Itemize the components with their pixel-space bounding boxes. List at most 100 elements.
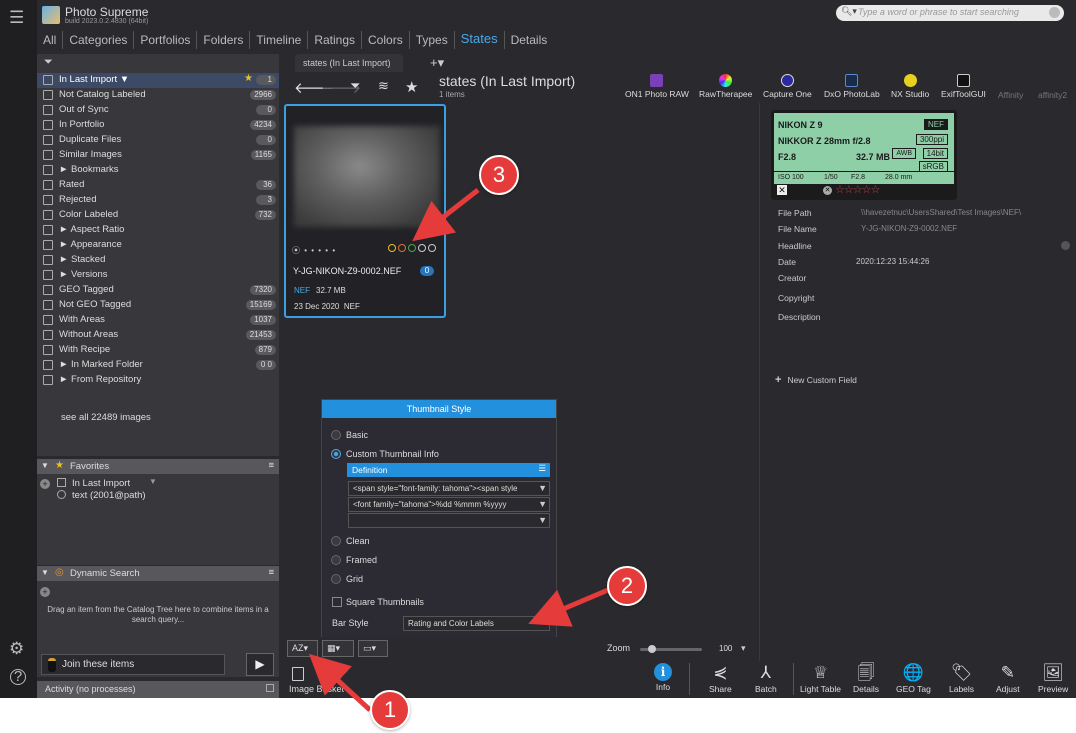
catalog-row[interactable]: GEO Tagged 7320 xyxy=(37,283,279,298)
definition-row-1[interactable]: <span style="font-family: tahoma"><span … xyxy=(348,481,550,496)
layout-button[interactable]: ▦▾ xyxy=(322,640,354,657)
edit-checkbox-icon[interactable] xyxy=(43,330,53,340)
tab-portfolios[interactable]: Portfolios xyxy=(134,31,198,49)
color-ring-icon[interactable] xyxy=(388,244,396,252)
nx-studio-button[interactable]: NX Studio xyxy=(891,73,929,99)
favorite-star-icon[interactable]: ★ xyxy=(405,78,418,96)
radio-custom-info[interactable] xyxy=(331,449,341,459)
hamburger-menu-icon[interactable]: ☰ xyxy=(9,8,24,28)
labels-button[interactable]: 🏷 Labels xyxy=(949,663,974,694)
definition-menu-icon[interactable]: ☰ xyxy=(538,463,546,474)
tab-states-last-import[interactable]: states (In Last Import) xyxy=(295,54,403,72)
catalog-row[interactable]: With Recipe 879 xyxy=(37,343,279,358)
tab-ratings[interactable]: Ratings xyxy=(308,31,363,49)
rating-dots[interactable]: ⦿ • • • • • xyxy=(292,245,336,256)
help-icon[interactable]: ? xyxy=(10,669,26,685)
capture-one-button[interactable]: Capture One xyxy=(763,73,812,99)
catalog-row[interactable]: Rated 36 xyxy=(37,178,279,193)
see-all-link[interactable]: see all 22489 images xyxy=(61,412,151,423)
radio-clean[interactable] xyxy=(331,536,341,546)
edit-checkbox-icon[interactable] xyxy=(43,120,53,130)
catalog-row[interactable]: Color Labeled 732 xyxy=(37,208,279,223)
rawtherapee-button[interactable]: RawTherapee xyxy=(699,73,752,99)
dxo-photolab-button[interactable]: DxO PhotoLab xyxy=(824,73,880,99)
catalog-row[interactable]: In Portfolio 4234 xyxy=(37,118,279,133)
square-thumbnails-checkbox[interactable] xyxy=(332,597,342,607)
color-ring-icon[interactable] xyxy=(398,244,406,252)
add-search-icon[interactable]: + xyxy=(40,587,50,597)
catalog-row[interactable]: ► Versions xyxy=(37,268,279,283)
rating-stars[interactable]: ☆☆☆☆☆ xyxy=(835,183,880,196)
image-basket[interactable]: Image Basket xyxy=(281,661,641,698)
layers-icon[interactable]: ≋ xyxy=(378,78,389,94)
join-items-field[interactable]: Join these items xyxy=(41,654,225,675)
add-tab-icon[interactable]: +▾ xyxy=(430,55,444,71)
favorites-header[interactable]: ▼ ★ Favorites ≡ xyxy=(37,459,279,474)
favorite-item[interactable]: In Last Import xyxy=(72,478,130,489)
radio-grid[interactable] xyxy=(331,574,341,584)
sort-button[interactable]: AZ▾ xyxy=(287,640,318,657)
details-button[interactable]: 🗐 Details xyxy=(853,663,879,694)
edit-checkbox-icon[interactable] xyxy=(43,240,53,250)
chevron-down-icon[interactable]: ▼ xyxy=(149,477,157,486)
edit-checkbox-icon[interactable] xyxy=(43,375,53,385)
definition-row-3[interactable]: ▼ xyxy=(348,513,550,528)
edit-checkbox-icon[interactable] xyxy=(43,165,53,175)
tab-states[interactable]: States xyxy=(455,31,505,49)
zoom-slider[interactable] xyxy=(640,645,702,653)
catalog-row[interactable]: ► Aspect Ratio xyxy=(37,223,279,238)
catalog-row[interactable]: Similar Images 1165 xyxy=(37,148,279,163)
edit-checkbox-icon[interactable] xyxy=(43,75,53,85)
on1-photo-raw-button[interactable]: ON1 Photo RAW xyxy=(625,73,689,99)
tab-categories[interactable]: Categories xyxy=(63,31,135,49)
tab-colors[interactable]: Colors xyxy=(362,31,410,49)
search-input[interactable]: 🔍︎▾ Type a word or phrase to start searc… xyxy=(836,5,1064,21)
edit-checkbox-icon[interactable] xyxy=(43,315,53,325)
edit-checkbox-icon[interactable] xyxy=(43,90,53,100)
thumbnail-card[interactable]: ⦿ • • • • • Y-JG-NIKON-Z9-0002.NEF 0 NEF… xyxy=(284,104,446,318)
thumbnail-style-button[interactable]: ▭▾ xyxy=(358,640,388,657)
edit-checkbox-icon[interactable] xyxy=(43,360,53,370)
edit-checkbox-icon[interactable] xyxy=(43,180,53,190)
color-ring-icon[interactable] xyxy=(408,244,416,252)
preview-button[interactable]: 🖼 Preview xyxy=(1038,663,1068,694)
thumbnail-image[interactable] xyxy=(294,126,440,227)
edit-checkbox-icon[interactable] xyxy=(43,195,53,205)
edit-checkbox-icon[interactable] xyxy=(43,345,53,355)
catalog-row[interactable]: ► In Marked Folder 0 0 xyxy=(37,358,279,373)
clear-search-icon[interactable] xyxy=(1049,7,1060,18)
chevron-down-icon[interactable]: ▼ xyxy=(538,499,547,509)
gear-icon[interactable]: ⚙ xyxy=(9,639,24,659)
edit-checkbox-icon[interactable] xyxy=(43,150,53,160)
catalog-row[interactable]: With Areas 1037 xyxy=(37,313,279,328)
share-button[interactable]: ⋞ Share xyxy=(709,663,732,694)
tab-folders[interactable]: Folders xyxy=(197,31,251,49)
filter-icon[interactable]: ⏷ xyxy=(44,56,53,69)
collapse-icon[interactable]: ▼ xyxy=(41,568,49,577)
catalog-row[interactable]: Out of Sync 0 xyxy=(37,103,279,118)
edit-checkbox-icon[interactable] xyxy=(43,210,53,220)
tab-all[interactable]: All xyxy=(37,31,64,49)
affinity2-button[interactable]: affinity2 xyxy=(1038,90,1067,100)
affinity-button[interactable]: Affinity xyxy=(998,90,1023,100)
panel-menu-icon[interactable]: ≡ xyxy=(268,460,274,471)
geo-tag-button[interactable]: 🌐 GEO Tag xyxy=(896,663,931,694)
catalog-row[interactable]: Not GEO Tagged 15169 xyxy=(37,298,279,313)
panel-menu-icon[interactable]: ≡ xyxy=(268,567,274,578)
filter-icon[interactable]: ⏷ xyxy=(350,78,360,94)
clear-headline-icon[interactable] xyxy=(1061,241,1070,250)
radio-basic[interactable] xyxy=(331,430,341,440)
chevron-down-icon[interactable]: ▾ xyxy=(741,643,746,654)
edit-checkbox-icon[interactable] xyxy=(43,105,53,115)
reject-icon[interactable]: ✕ xyxy=(823,186,832,195)
dynamic-search-header[interactable]: ▼ ◎ Dynamic Search ≡ xyxy=(37,566,279,581)
bar-style-select[interactable]: Rating and Color Labels xyxy=(403,616,550,631)
catalog-row[interactable]: Rejected 3 xyxy=(37,193,279,208)
edit-checkbox-icon[interactable] xyxy=(43,300,53,310)
edit-checkbox-icon[interactable] xyxy=(43,225,53,235)
catalog-row[interactable]: Duplicate Files 0 xyxy=(37,133,279,148)
tab-timeline[interactable]: Timeline xyxy=(250,31,309,49)
catalog-row[interactable]: ► Stacked xyxy=(37,253,279,268)
catalog-row[interactable]: ► From Repository xyxy=(37,373,279,388)
zoom-slider-handle[interactable] xyxy=(648,645,657,653)
